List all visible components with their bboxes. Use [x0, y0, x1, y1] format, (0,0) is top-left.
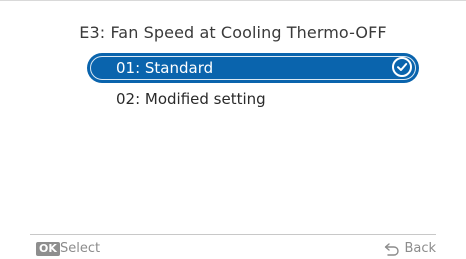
option-standard[interactable]: 01: Standard — [88, 54, 418, 82]
select-hint[interactable]: Select — [60, 241, 100, 256]
option-list: 01: Standard 02: Modified setting — [88, 54, 418, 116]
option-modified-setting[interactable]: 02: Modified setting — [88, 85, 418, 113]
settings-screen: E3: Fan Speed at Cooling Thermo-OFF 01: … — [0, 0, 466, 259]
top-border — [0, 0, 466, 1]
option-label: 02: Modified setting — [116, 90, 266, 108]
ok-key-icon: OK — [36, 242, 60, 256]
footer-divider — [30, 234, 436, 235]
back-arrow-icon — [385, 242, 400, 256]
option-label: 01: Standard — [116, 59, 214, 77]
check-circle-icon — [392, 57, 412, 77]
back-label: Back — [404, 241, 436, 256]
page-title: E3: Fan Speed at Cooling Thermo-OFF — [79, 23, 387, 42]
back-button[interactable]: Back — [384, 241, 436, 256]
footer-bar: OK Select Back — [30, 240, 436, 258]
